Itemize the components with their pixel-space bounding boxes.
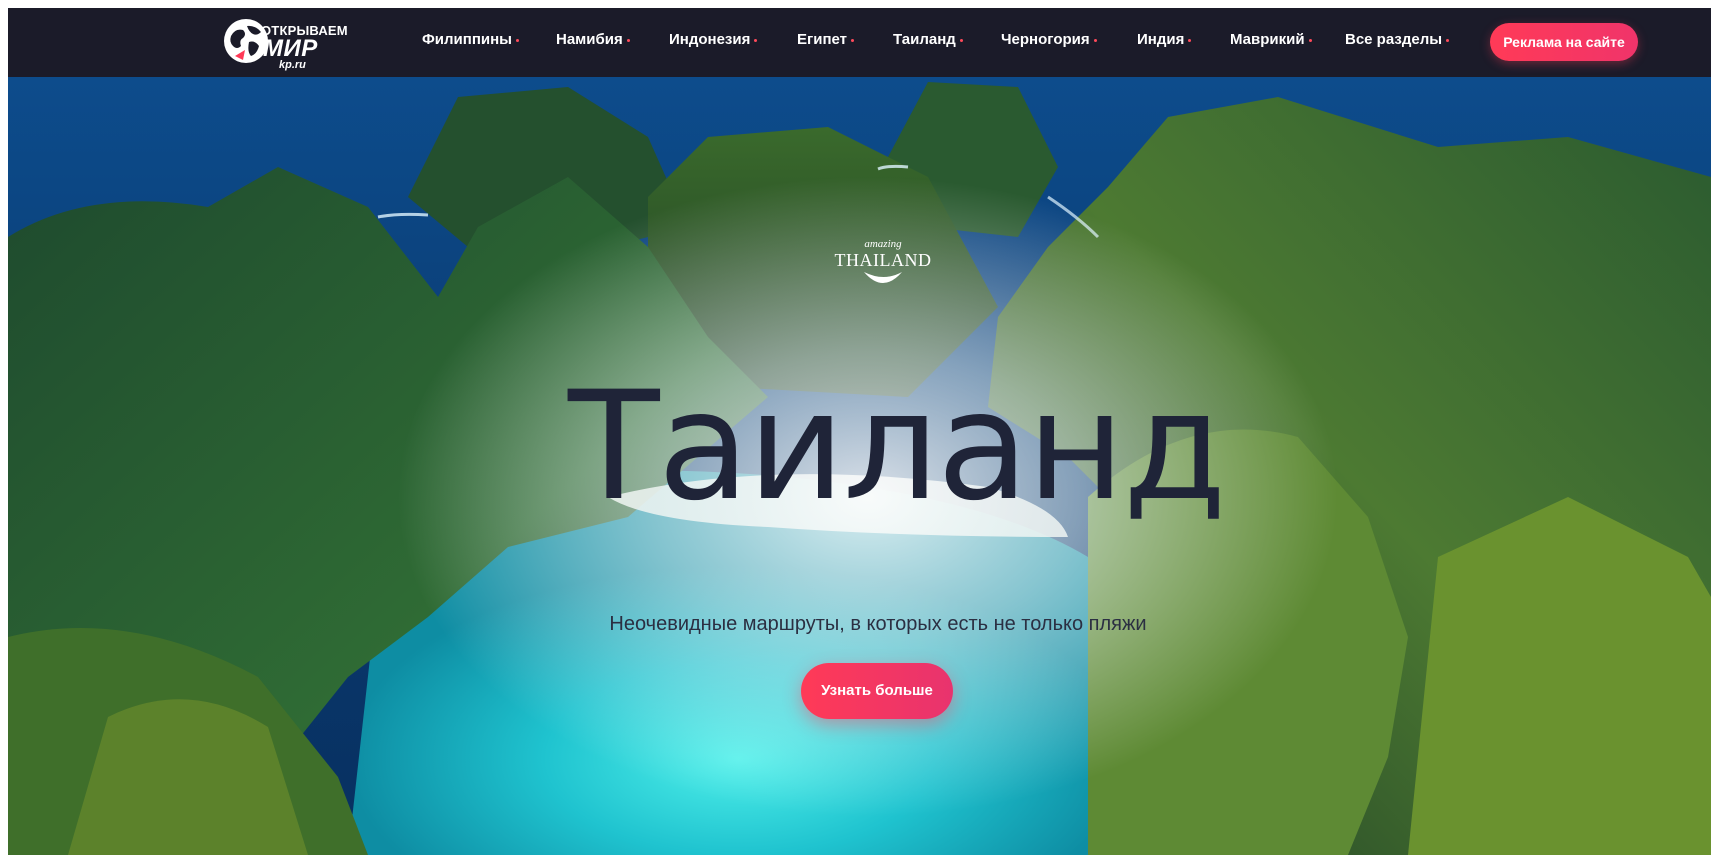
nav-item-thailand[interactable]: Таиланд bbox=[893, 31, 963, 48]
site-header: ОТКРЫВАЕМ МИР kp.ru Филиппины Намибия Ин… bbox=[8, 8, 1711, 77]
nav-dot bbox=[626, 38, 630, 42]
hero-subtitle: Неочевидные маршруты, в которых есть не … bbox=[609, 613, 1147, 635]
hero-title: Таиланд bbox=[568, 360, 1227, 534]
nav-item-label: Черногория bbox=[1001, 31, 1090, 48]
amazing-thailand-logo: amazing THAILAND bbox=[828, 238, 938, 298]
nav-dot bbox=[1093, 38, 1097, 42]
nav-item-label: Таиланд bbox=[893, 31, 956, 48]
nav-item-montenegro[interactable]: Черногория bbox=[1001, 31, 1097, 48]
learn-more-button[interactable]: Узнать больше bbox=[801, 663, 953, 719]
nav-item-label: Маврикий bbox=[1230, 31, 1305, 48]
nav-item-label: Намибия bbox=[556, 31, 623, 48]
nav-dot bbox=[516, 38, 519, 42]
advertise-button[interactable]: Реклама на сайте bbox=[1490, 23, 1638, 61]
nav-item-indonesia[interactable]: Индонезия bbox=[669, 31, 758, 48]
page-frame: ОТКРЫВАЕМ МИР kp.ru Филиппины Намибия Ин… bbox=[8, 8, 1711, 855]
nav-dot bbox=[754, 38, 758, 42]
nav-item-label: Индия bbox=[1137, 31, 1185, 48]
brand-badge-small-text: amazing bbox=[864, 238, 902, 250]
nav-item-egypt[interactable]: Египет bbox=[797, 31, 855, 48]
nav-item-india[interactable]: Индия bbox=[1137, 31, 1192, 48]
nav-dot bbox=[959, 38, 963, 42]
nav-dot bbox=[1308, 38, 1312, 42]
nav-dot bbox=[1188, 38, 1192, 42]
nav-dot bbox=[851, 38, 855, 42]
smile-icon bbox=[864, 272, 902, 283]
hero-section: amazing THAILAND Таиланд Неочевидные мар… bbox=[8, 77, 1711, 855]
nav-dot bbox=[1446, 38, 1450, 42]
nav-item-label: Египет bbox=[797, 31, 848, 48]
nav-item-mauritius[interactable]: Маврикий bbox=[1230, 31, 1312, 48]
brand-badge-main-text: THAILAND bbox=[834, 250, 932, 270]
nav-item-label: Индонезия bbox=[669, 31, 751, 48]
nav-item-label: Все разделы bbox=[1345, 31, 1443, 48]
main-nav: Филиппины Намибия Индонезия Египет Таила… bbox=[8, 8, 1711, 77]
nav-item-philippines[interactable]: Филиппины bbox=[422, 31, 519, 48]
nav-item-label: Филиппины bbox=[422, 31, 512, 48]
nav-item-all-sections[interactable]: Все разделы bbox=[1345, 31, 1450, 48]
nav-item-namibia[interactable]: Намибия bbox=[556, 31, 630, 48]
